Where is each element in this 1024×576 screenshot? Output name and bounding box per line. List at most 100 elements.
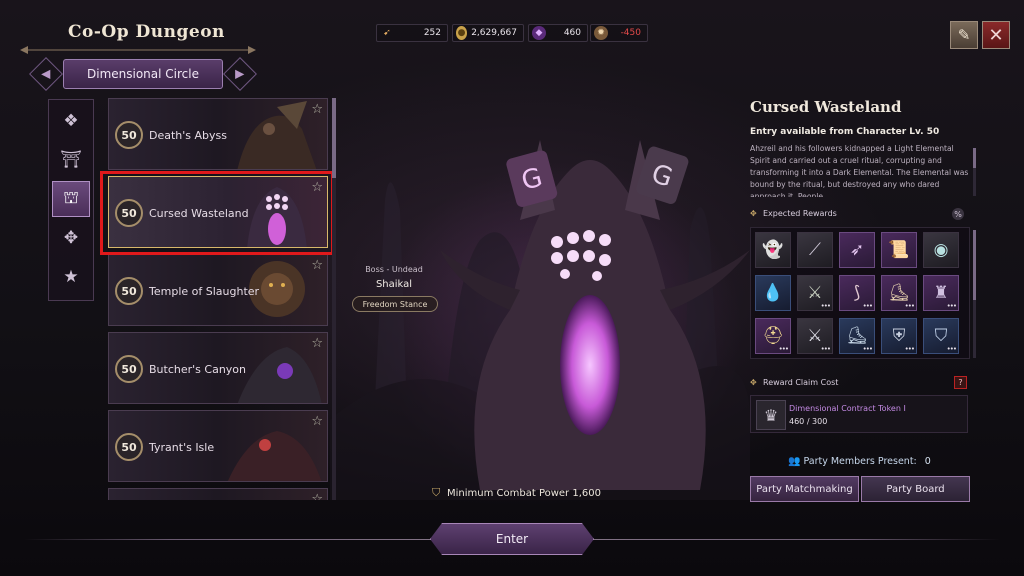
question-icon[interactable]: ? (954, 376, 967, 389)
min-power-label: Minimum Combat Power 1,600 (447, 487, 601, 499)
boss-artwork: G G (440, 140, 750, 490)
currency-token: ✹ -450 (590, 24, 648, 42)
diamond-grid-icon[interactable]: ❖ (52, 103, 90, 139)
boss-stance-badge: Freedom Stance (352, 296, 438, 312)
favorite-star-icon[interactable]: ☆ (311, 258, 323, 273)
reward-grid: 👻 ⟋ ➶ 📜 ◉ 💧 ⚔ ••• ⟆ ••• ⛸ ••• ♜ ••• ⛑ ••• ⚔ ••… (750, 227, 970, 359)
percent-info-icon[interactable]: % (952, 208, 964, 220)
favorite-star-icon[interactable]: ☆ (311, 180, 323, 195)
reward-claim-label: Reward Claim Cost (763, 378, 839, 387)
dungeon-title: Cursed Wasteland (750, 98, 902, 116)
level-badge: 50 (115, 121, 143, 149)
armor-icon[interactable]: ♜ ••• (923, 275, 959, 311)
cloak-icon[interactable]: ⛉ ••• (923, 318, 959, 354)
boss-name: Shaikal (375, 279, 413, 290)
ghost-spirit-icon[interactable]: 👻 (755, 232, 791, 268)
dungeon-name: Death's Abyss (149, 129, 227, 142)
helmet-icon[interactable]: ⛑ ••• (755, 318, 791, 354)
party-members-icon: 👥 (788, 456, 801, 467)
dungeon-art (227, 431, 322, 481)
scrollbar-thumb[interactable] (973, 230, 976, 300)
dungeon-name: Tyrant's Isle (149, 441, 215, 454)
party-members-present: 👥 Party Members Present: 0 (788, 456, 931, 467)
level-badge: 50 (115, 199, 143, 227)
water-drop-icon[interactable]: 💧 (755, 275, 791, 311)
favorite-star-icon[interactable]: ☆ (311, 414, 323, 429)
star-icon[interactable]: ★ (52, 259, 90, 295)
dungeon-card-deaths-abyss[interactable]: 50 Death's Abyss ☆ (108, 98, 328, 170)
favorite-star-icon[interactable]: ☆ (311, 336, 323, 351)
longbow-icon[interactable]: ⟆ ••• (839, 275, 875, 311)
dungeon-description: Ahzreil and his followers kidnapped a Li… (750, 144, 969, 197)
party-count: 0 (924, 456, 931, 467)
party-board-button[interactable]: Party Board (861, 476, 970, 502)
expected-rewards-label: Expected Rewards (763, 209, 837, 218)
crest-icon[interactable]: ✥ (52, 220, 90, 256)
currency-gold: ● 2,629,667 (452, 24, 524, 42)
subtab-dimensional-circle[interactable]: Dimensional Circle (63, 59, 223, 89)
currency-value: 460 (563, 28, 581, 38)
gear-token-icon: ✹ (594, 26, 608, 40)
dungeon-list: 50 Death's Abyss ☆ 50 Cursed Wasteland ☆… (106, 96, 330, 500)
arrow-icon: ➹ (383, 28, 391, 38)
entry-requirement: Entry available from Character Lv. 50 (750, 127, 940, 137)
diamond-bullet-icon: ✥ (750, 208, 757, 218)
combat-power-icon: ⛉ (432, 486, 441, 499)
orb-icon[interactable]: ◉ (923, 232, 959, 268)
dungeon-card-tyrants-isle[interactable]: 50 Tyrant's Isle ☆ (108, 410, 328, 482)
favorite-star-icon[interactable]: ☆ (311, 102, 323, 117)
scrollbar-thumb[interactable] (973, 148, 976, 168)
greaves-icon[interactable]: ⛸ ••• (839, 318, 875, 354)
subtab-selector: ◀ Dimensional Circle ▶ (28, 57, 258, 91)
title-area: Co-Op Dungeon (18, 16, 258, 56)
close-icon[interactable]: ✕ (982, 21, 1010, 49)
reward-claim-header: ✥ Reward Claim Cost (750, 378, 838, 387)
currency-crystal: ◆ 460 (528, 24, 588, 42)
page-title: Co-Op Dungeon (68, 22, 225, 42)
expected-rewards-header: ✥ Expected Rewards (750, 209, 837, 218)
dungeon-card-temple-of-slaughter[interactable]: 50 Temple of Slaughter ☆ (108, 254, 328, 326)
minimum-combat-power: ⛉ Minimum Combat Power 1,600 (432, 486, 601, 500)
dungeon-card-partial[interactable]: ☆ (108, 488, 328, 500)
chevron-right-icon[interactable]: ▶ (223, 57, 257, 91)
gate-icon[interactable]: ⛩ (52, 142, 90, 178)
chevron-left-icon[interactable]: ◀ (29, 57, 63, 91)
currency-value: -450 (620, 28, 641, 38)
dungeon-name: Cursed Wasteland (149, 207, 249, 220)
token-cost-box: ♛ Dimensional Contract Token I 460 / 300 (750, 395, 968, 433)
token-name: Dimensional Contract Token I (789, 404, 906, 413)
currency-arrows: ➹ 252 (376, 24, 448, 42)
guide-icon[interactable]: ✎ (950, 21, 978, 49)
boss-type: Boss - Undead (365, 265, 423, 274)
scroll-icon[interactable]: 📜 (881, 232, 917, 268)
spear-icon[interactable]: ⟋ (797, 232, 833, 268)
currency-value: 2,629,667 (471, 28, 517, 38)
party-label: Party Members Present: (803, 456, 917, 467)
rewards-scrollbar[interactable] (973, 230, 976, 358)
contract-token-icon[interactable]: ♛ (756, 400, 786, 430)
dungeon-card-butchers-canyon[interactable]: 50 Butcher's Canyon ☆ (108, 332, 328, 404)
bow-icon[interactable]: ➶ (839, 232, 875, 268)
crossbow-icon[interactable]: ⚔ ••• (797, 275, 833, 311)
dungeon-name: Temple of Slaughter (149, 285, 260, 298)
boots-icon[interactable]: ⛸ ••• (881, 275, 917, 311)
level-badge: 50 (115, 277, 143, 305)
level-badge: 50 (115, 433, 143, 461)
dungeon-name: Butcher's Canyon (149, 363, 246, 376)
gold-coin-icon: ● (456, 26, 468, 40)
dimensional-gate-icon[interactable]: ⛫ (52, 181, 90, 217)
party-matchmaking-button[interactable]: Party Matchmaking (750, 476, 859, 502)
description-scrollbar[interactable] (973, 148, 976, 196)
token-count: 460 / 300 (789, 417, 828, 426)
favorite-star-icon[interactable]: ☆ (311, 492, 323, 500)
scrollbar-thumb[interactable] (332, 98, 336, 178)
dungeon-card-cursed-wasteland[interactable]: 50 Cursed Wasteland ☆ (108, 176, 328, 248)
chestplate-icon[interactable]: ⛨ ••• (881, 318, 917, 354)
currency-value: 252 (423, 28, 441, 38)
enter-button[interactable]: Enter (430, 523, 594, 555)
list-scrollbar[interactable] (332, 98, 336, 500)
crossed-blades-icon[interactable]: ⚔ ••• (797, 318, 833, 354)
category-rail: ❖ ⛩ ⛫ ✥ ★ (48, 99, 94, 301)
purple-crystal-icon: ◆ (532, 26, 546, 40)
title-ornament (20, 46, 256, 54)
